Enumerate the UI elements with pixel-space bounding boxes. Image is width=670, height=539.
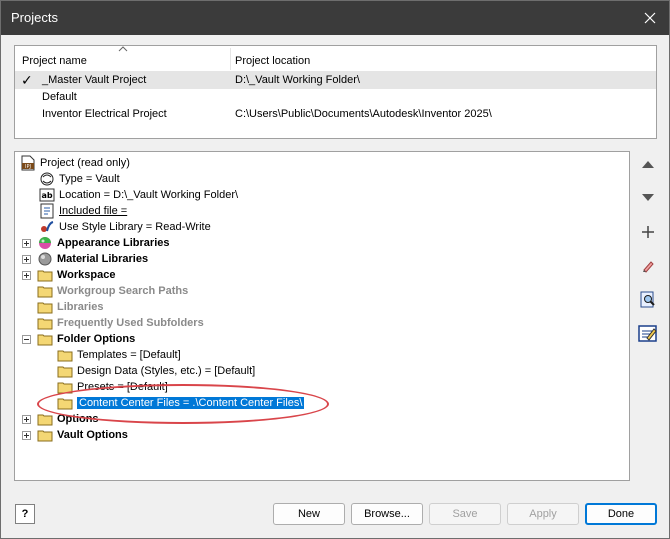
active-check-icon: ✓ bbox=[21, 72, 33, 88]
tree-item-label: Vault Options bbox=[57, 429, 128, 441]
project-location: D:\_Vault Working Folder\ bbox=[235, 74, 360, 86]
tree-root-node[interactable]: IPJ Project (read only) bbox=[20, 155, 130, 171]
add-path-button[interactable] bbox=[635, 219, 661, 245]
tree-item-templates[interactable]: Templates = [Default] bbox=[57, 347, 181, 363]
triangle-up-icon bbox=[642, 161, 654, 168]
tree-item-vault-options[interactable]: Vault Options bbox=[37, 427, 128, 443]
column-project-location[interactable]: Project location bbox=[235, 55, 310, 67]
material-sphere-icon bbox=[38, 252, 52, 266]
vault-type-icon bbox=[40, 172, 54, 186]
tree-item-label: Libraries bbox=[57, 301, 104, 313]
tree-item-appearance-libraries[interactable]: Appearance Libraries bbox=[37, 235, 170, 251]
project-name: Inventor Electrical Project bbox=[42, 108, 167, 120]
svg-text:ab: ab bbox=[41, 191, 52, 200]
tree-item-label: Workspace bbox=[57, 269, 116, 281]
project-list-header: Project name Project location bbox=[15, 46, 656, 72]
tree-item-label: Design Data (Styles, etc.) = [Default] bbox=[77, 365, 256, 377]
edit-button[interactable] bbox=[635, 253, 661, 279]
svg-text:IPJ: IPJ bbox=[25, 164, 31, 170]
highlight-annotation bbox=[37, 384, 329, 424]
project-settings-tree[interactable]: IPJ Project (read only) Type = Vault ab … bbox=[14, 151, 630, 481]
tree-item-folder-options[interactable]: Folder Options bbox=[37, 331, 135, 347]
expand-material-libraries[interactable] bbox=[22, 255, 31, 264]
tree-item-workgroup-search-paths[interactable]: Workgroup Search Paths bbox=[37, 283, 188, 299]
tree-item-label: Workgroup Search Paths bbox=[57, 285, 189, 297]
folder-icon bbox=[37, 414, 53, 426]
triangle-down-icon bbox=[642, 194, 654, 201]
help-button[interactable]: ? bbox=[15, 504, 35, 524]
tree-item-label: Appearance Libraries bbox=[57, 237, 170, 249]
project-row-default[interactable]: Default bbox=[15, 89, 656, 106]
pencil-icon bbox=[643, 261, 654, 273]
project-name: Default bbox=[42, 91, 77, 103]
tree-item-label: Included file = bbox=[59, 205, 128, 217]
move-up-button[interactable] bbox=[635, 151, 661, 177]
tree-item-label: Use Style Library = Read-Write bbox=[59, 221, 211, 233]
folder-icon bbox=[37, 286, 53, 298]
project-list[interactable]: Project name Project location ✓ _Master … bbox=[14, 45, 657, 139]
tree-item-design-data[interactable]: Design Data (Styles, etc.) = [Default] bbox=[57, 363, 255, 379]
folder-icon bbox=[57, 350, 73, 362]
tree-item-label: Folder Options bbox=[57, 333, 136, 345]
folder-icon bbox=[37, 430, 53, 442]
column-project-name[interactable]: Project name bbox=[22, 55, 87, 67]
tree-item-style-library[interactable]: Use Style Library = Read-Write bbox=[39, 219, 211, 235]
tree-item-workspace[interactable]: Workspace bbox=[37, 267, 116, 283]
edit-text-icon bbox=[638, 325, 657, 342]
expand-appearance-libraries[interactable] bbox=[22, 239, 31, 248]
tree-item-included-file[interactable]: Included file = bbox=[39, 203, 127, 219]
tree-item-material-libraries[interactable]: Material Libraries bbox=[37, 251, 148, 267]
tree-item-label: Location = D:\_Vault Working Folder\ bbox=[59, 189, 239, 201]
find-file-button[interactable] bbox=[635, 287, 661, 313]
sort-up-icon bbox=[118, 46, 128, 52]
move-down-button[interactable] bbox=[635, 185, 661, 211]
plus-icon bbox=[642, 226, 654, 238]
tree-item-location[interactable]: ab Location = D:\_Vault Working Folder\ bbox=[39, 187, 238, 203]
project-row-master-vault[interactable]: ✓ _Master Vault Project D:\_Vault Workin… bbox=[15, 72, 656, 89]
tree-item-label: Templates = [Default] bbox=[77, 349, 181, 361]
appearance-sphere-icon bbox=[39, 237, 51, 249]
projects-dialog: Projects Project name Project location ✓… bbox=[0, 0, 670, 539]
tree-item-type[interactable]: Type = Vault bbox=[39, 171, 120, 187]
folder-icon bbox=[57, 366, 73, 378]
project-name: _Master Vault Project bbox=[42, 74, 147, 86]
column-divider[interactable] bbox=[230, 48, 231, 70]
expand-workspace[interactable] bbox=[22, 271, 31, 280]
window-title: Projects bbox=[11, 10, 58, 25]
tree-item-label: Material Libraries bbox=[57, 253, 149, 265]
expand-options[interactable] bbox=[22, 415, 31, 424]
tree-item-label: Type = Vault bbox=[59, 173, 120, 185]
tree-item-frequently-used-subfolders[interactable]: Frequently Used Subfolders bbox=[37, 315, 204, 331]
ipj-file-icon: IPJ bbox=[21, 155, 35, 171]
apply-button[interactable]: Apply bbox=[507, 503, 579, 525]
done-button[interactable]: Done bbox=[585, 503, 657, 525]
tree-item-label: Frequently Used Subfolders bbox=[57, 317, 204, 329]
folder-icon bbox=[37, 318, 53, 330]
search-document-icon bbox=[640, 291, 655, 308]
browse-button[interactable]: Browse... bbox=[351, 503, 423, 525]
tree-root-label: Project (read only) bbox=[40, 157, 130, 169]
text-field-icon: ab bbox=[39, 188, 55, 202]
tree-item-libraries[interactable]: Libraries bbox=[37, 299, 103, 315]
title-bar: Projects bbox=[1, 1, 669, 35]
folder-icon bbox=[37, 302, 53, 314]
project-row-inventor-electrical[interactable]: Inventor Electrical Project C:\Users\Pub… bbox=[15, 106, 656, 123]
expand-vault-options[interactable] bbox=[22, 431, 31, 440]
collapse-folder-options[interactable] bbox=[22, 335, 31, 344]
folder-icon bbox=[37, 334, 53, 346]
save-button[interactable]: Save bbox=[429, 503, 501, 525]
included-file-icon bbox=[40, 203, 54, 219]
new-button[interactable]: New bbox=[273, 503, 345, 525]
folder-icon bbox=[37, 270, 53, 282]
style-library-icon bbox=[41, 221, 54, 232]
project-location: C:\Users\Public\Documents\Autodesk\Inven… bbox=[235, 108, 492, 120]
edit-text-button[interactable] bbox=[635, 321, 661, 347]
close-icon[interactable] bbox=[639, 7, 661, 29]
